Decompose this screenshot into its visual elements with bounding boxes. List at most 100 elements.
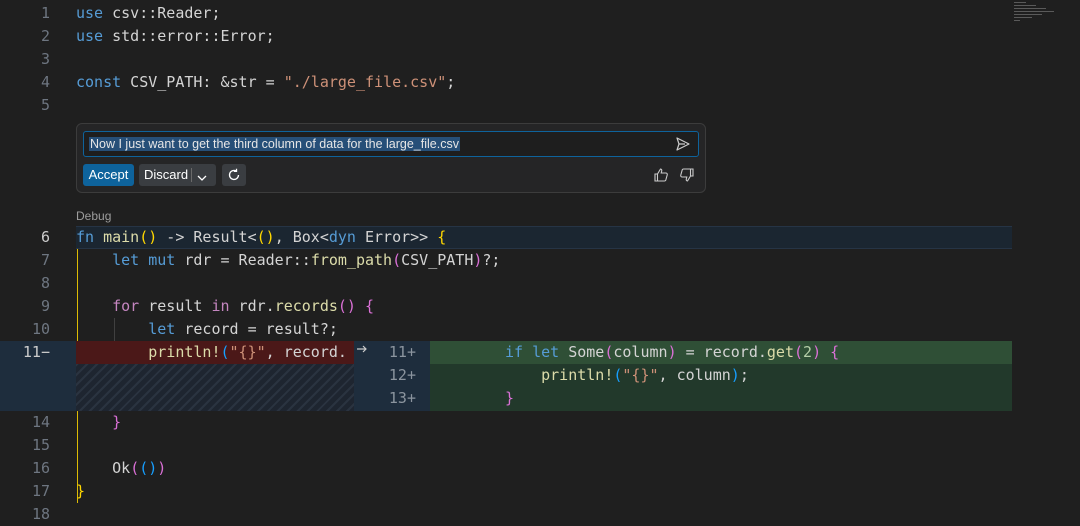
code-token: println! [148,343,221,361]
added-line-number: 12+ [356,364,416,387]
thumbs-down-icon[interactable] [679,167,695,183]
line-number: 16 [31,459,50,477]
code-token: record = result?; [175,320,338,338]
code-line[interactable]: 6 fn main() -> Result<(), Box<dyn Error>>… [0,226,1012,249]
code-token: ) [667,343,677,361]
code-line[interactable]: 8 [0,272,1012,295]
code-token: "{}" [622,366,659,384]
code-line[interactable]: 4 const CSV_PATH: &str = "./large_file.cs… [0,71,1012,94]
code-token: result [139,297,212,315]
code-token: { [437,228,447,246]
code-token: in [211,297,230,315]
code-line[interactable]: 18 [0,503,1012,526]
code-token: ) [730,366,740,384]
code-line[interactable]: 2 use std::error::Error; [0,25,1012,48]
code-line[interactable]: 16 Ok(()) [0,457,1012,480]
code-token: ; [446,73,456,91]
code-editor[interactable]: 1 use csv::Reader;2 use std::error::Error;… [0,0,1080,523]
code-line[interactable]: 1 use csv::Reader; [0,2,1012,25]
code-token: { [365,297,375,315]
line-number: 9 [40,297,50,315]
line-code: use std::error::Error; [76,25,275,48]
line-number: 17 [31,482,50,500]
code-token: std::error::Error; [103,27,275,45]
minimap[interactable] [1014,2,1064,32]
code-line[interactable]: 15 [0,434,1012,457]
code-token: use [76,27,104,45]
code-token: CSV_PATH [401,251,474,269]
code-token: ( [794,343,804,361]
line-number: 2 [40,27,50,45]
code-token: let [112,251,140,269]
code-token: column [613,343,668,361]
discard-button[interactable]: Discard [139,164,216,186]
line-number: 18 [31,505,50,523]
diff-marker: − [40,343,50,361]
line-code: use csv::Reader; [76,2,221,25]
code-line[interactable]: 9 for result in rdr.records() { [0,295,1012,318]
line-number: 10 [31,320,50,338]
code-token: , Box< [274,228,329,246]
line-number: 11 [22,343,41,361]
code-token: mut [148,251,176,269]
accept-button[interactable]: Accept [83,164,134,186]
line-number: 7 [40,251,50,269]
line-number: 6 [40,228,50,246]
removed-line-number: 11− [0,341,50,364]
line-code: for result in rdr.records() { [76,295,374,318]
line-code: } [76,411,121,434]
code-token: ( [130,459,140,477]
code-token: CSV_PATH: &str = [121,73,284,91]
code-token: , record. [265,343,347,361]
prompt-input[interactable]: Now I just want to get the third column … [83,131,699,157]
chevron-down-icon[interactable] [196,169,208,181]
line-number: 5 [40,96,50,114]
send-icon[interactable] [674,135,692,153]
code-line[interactable]: 3 [0,48,1012,71]
code-token: "{}" [229,343,266,361]
code-token: Ok [76,459,131,477]
thumbs-up-icon[interactable] [653,167,669,183]
code-token: "./large_file.csv" [283,73,447,91]
code-token: () [256,228,275,246]
inline-diff: 11− println!("{}", record. 11+ if let Som… [0,341,1012,411]
code-line[interactable]: 17} [0,480,1012,503]
code-line[interactable]: 5 [0,94,1012,117]
line-code: fn main() -> Result<(), Box<dyn Error>> … [76,226,446,249]
line-number: 15 [31,436,50,454]
code-token: { [830,343,840,361]
code-token: from_path [310,251,393,269]
line-number: 8 [40,274,50,292]
code-token: ) [812,343,822,361]
diff-marker: + [406,366,416,384]
code-token: = record. [676,343,767,361]
code-line[interactable]: 10 let record = result?; [0,318,1012,341]
code-token: ?; [482,251,501,269]
code-token: ; [739,366,749,384]
line-code: } [76,480,85,503]
code-token: use [76,4,104,22]
diff-marker: + [406,343,416,361]
debug-codelens[interactable]: Debug [76,209,111,223]
regenerate-button[interactable] [222,164,246,186]
code-token: Error>> [355,228,438,246]
line-code: let record = result?; [76,318,338,341]
code-line[interactable]: 14 } [0,411,1012,434]
code-line[interactable]: 7 let mut rdr = Reader::from_path(CSV_PA… [0,249,1012,272]
code-token: dyn [328,228,356,246]
code-token: println! [541,366,614,384]
diff-marker: + [406,389,416,407]
inline-chat-widget: Now I just want to get the third column … [76,123,706,193]
code-token: ) [157,459,167,477]
prompt-text: Now I just want to get the third column … [89,137,460,151]
code-token: ( [392,251,402,269]
code-token: , column [658,366,731,384]
code-token: () [139,228,158,246]
code-token: records [274,297,338,315]
code-token: const [76,73,122,91]
